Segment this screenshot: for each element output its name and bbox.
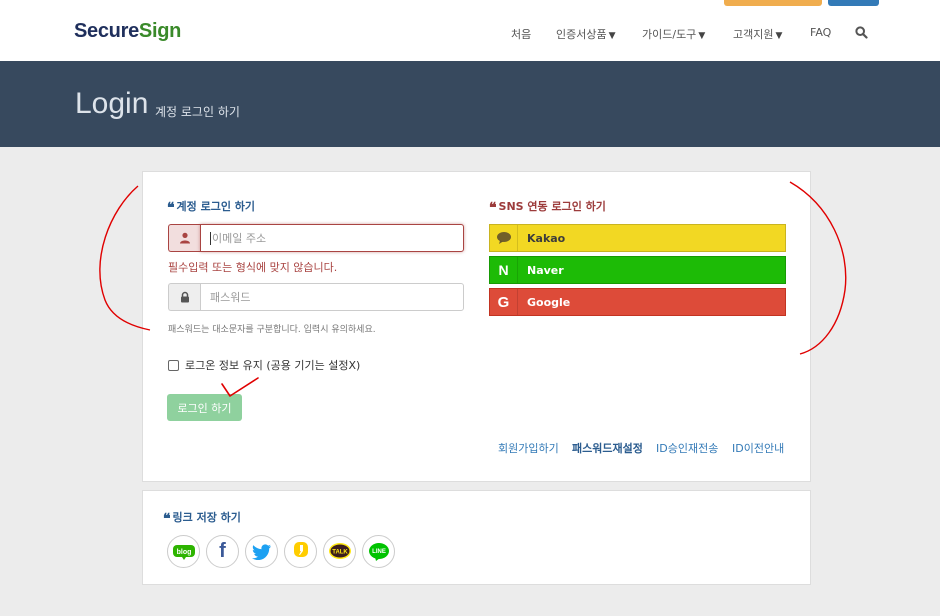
search-icon[interactable] xyxy=(855,26,869,40)
top-utility-button[interactable] xyxy=(828,0,879,6)
site-logo[interactable]: SecureSign xyxy=(74,20,181,43)
site-header: SecureSign 처음 인증서상품 ▼ 가이드/도구 ▼ 고객지원 ▼ FAQ xyxy=(0,0,940,61)
nav-label: FAQ xyxy=(810,26,832,39)
page-banner: Login 계정 로그인 하기 xyxy=(0,61,940,147)
share-buttons: blog f TALK LINE xyxy=(167,535,395,568)
nav-item-faq[interactable]: FAQ xyxy=(810,26,831,40)
kakaotalk-icon: TALK xyxy=(328,542,351,559)
password-input-group: 패스워드 xyxy=(168,283,464,311)
nav-item-support[interactable]: 고객지원 ▼ xyxy=(733,26,783,41)
user-icon xyxy=(168,224,200,252)
nav-label: 처음 xyxy=(511,28,532,41)
twitter-share-button[interactable] xyxy=(245,535,278,568)
remember-login-checkbox[interactable]: 로그온 정보 유지 (공용 기기는 설정X) xyxy=(168,357,360,373)
nav-item-products[interactable]: 인증서상품 ▼ xyxy=(556,26,616,41)
kakaotalk-share-button[interactable]: TALK xyxy=(323,535,356,568)
blog-icon: blog xyxy=(172,544,195,560)
naver-logo-icon: N xyxy=(490,257,518,283)
kakaostory-share-button[interactable] xyxy=(284,535,317,568)
kakao-label: Kakao xyxy=(527,231,566,245)
checkbox-box[interactable] xyxy=(168,359,179,371)
chevron-down-icon: ▼ xyxy=(608,31,616,41)
quote-icon: ❝ xyxy=(489,200,497,216)
nav-label: 고객지원 xyxy=(733,28,774,41)
page-subtitle: 계정 로그인 하기 xyxy=(155,105,240,119)
logo-text-secure: Secure xyxy=(74,20,139,42)
top-utility-button[interactable] xyxy=(724,0,822,6)
login-section-title: ❝ 계정 로그인 하기 xyxy=(167,198,256,216)
sns-section-title: ❝ SNS 연동 로그인 하기 xyxy=(489,198,606,216)
talk-icon-text: TALK xyxy=(332,549,348,555)
twitter-icon xyxy=(251,543,271,560)
email-input[interactable]: 이메일 주소 xyxy=(200,224,464,252)
resend-id-approval-link[interactable]: ID승인재전송 xyxy=(656,440,718,456)
line-icon: LINE xyxy=(368,542,389,561)
quote-icon: ❝ xyxy=(163,511,171,527)
email-input-group: 이메일 주소 xyxy=(168,224,464,252)
section-title-text: 계정 로그인 하기 xyxy=(176,200,256,213)
naver-login-button[interactable]: N Naver xyxy=(489,256,786,284)
nav-item-guide[interactable]: 가이드/도구 ▼ xyxy=(642,26,706,41)
share-section-title: ❝ 링크 저장 하기 xyxy=(163,509,241,527)
id-transfer-link[interactable]: ID이전안내 xyxy=(732,440,784,456)
login-button[interactable]: 로그인 하기 xyxy=(167,394,242,421)
line-icon-text: LINE xyxy=(372,549,386,555)
nav-label: 가이드/도구 xyxy=(642,28,697,41)
text-cursor xyxy=(210,231,211,245)
email-error-message: 필수입력 또는 형식에 맞지 않습니다. xyxy=(168,261,338,274)
facebook-share-button[interactable]: f xyxy=(206,535,239,568)
section-title-text: SNS 연동 로그인 하기 xyxy=(498,200,606,213)
password-help-text: 패스워드는 대소문자를 구분합니다. 입력시 유의하세요. xyxy=(168,325,376,335)
logo-text-sign: Sign xyxy=(138,20,182,42)
signup-link[interactable]: 회원가입하기 xyxy=(498,440,559,456)
reset-password-link[interactable]: 패스워드재설정 xyxy=(572,440,643,456)
quote-icon: ❝ xyxy=(167,200,175,216)
nav-label: 인증서상품 xyxy=(556,28,607,41)
speech-bubble-icon xyxy=(490,225,518,251)
google-label: Google xyxy=(527,295,571,309)
kakao-login-button[interactable]: Kakao xyxy=(489,224,786,252)
chevron-down-icon: ▼ xyxy=(698,31,706,41)
page-title: Login xyxy=(75,87,149,120)
google-logo-icon: G xyxy=(490,289,518,315)
facebook-icon: f xyxy=(219,540,226,562)
google-login-button[interactable]: G Google xyxy=(489,288,786,316)
line-share-button[interactable]: LINE xyxy=(362,535,395,568)
blog-share-button[interactable]: blog xyxy=(167,535,200,568)
password-placeholder: 패스워드 xyxy=(210,291,251,304)
section-title-text: 링크 저장 하기 xyxy=(172,511,241,524)
naver-icon-glyph: N xyxy=(498,262,509,278)
lock-icon xyxy=(168,283,200,311)
chevron-down-icon: ▼ xyxy=(775,31,783,41)
nav-item-home[interactable]: 처음 xyxy=(511,26,532,41)
checkbox-label: 로그온 정보 유지 (공용 기기는 설정X) xyxy=(185,359,361,372)
naver-label: Naver xyxy=(527,263,564,277)
email-placeholder: 이메일 주소 xyxy=(212,232,267,245)
blog-icon-text: blog xyxy=(176,549,191,556)
password-input[interactable]: 패스워드 xyxy=(200,283,464,311)
google-icon-glyph: G xyxy=(497,293,510,311)
kakaostory-icon xyxy=(293,541,308,557)
